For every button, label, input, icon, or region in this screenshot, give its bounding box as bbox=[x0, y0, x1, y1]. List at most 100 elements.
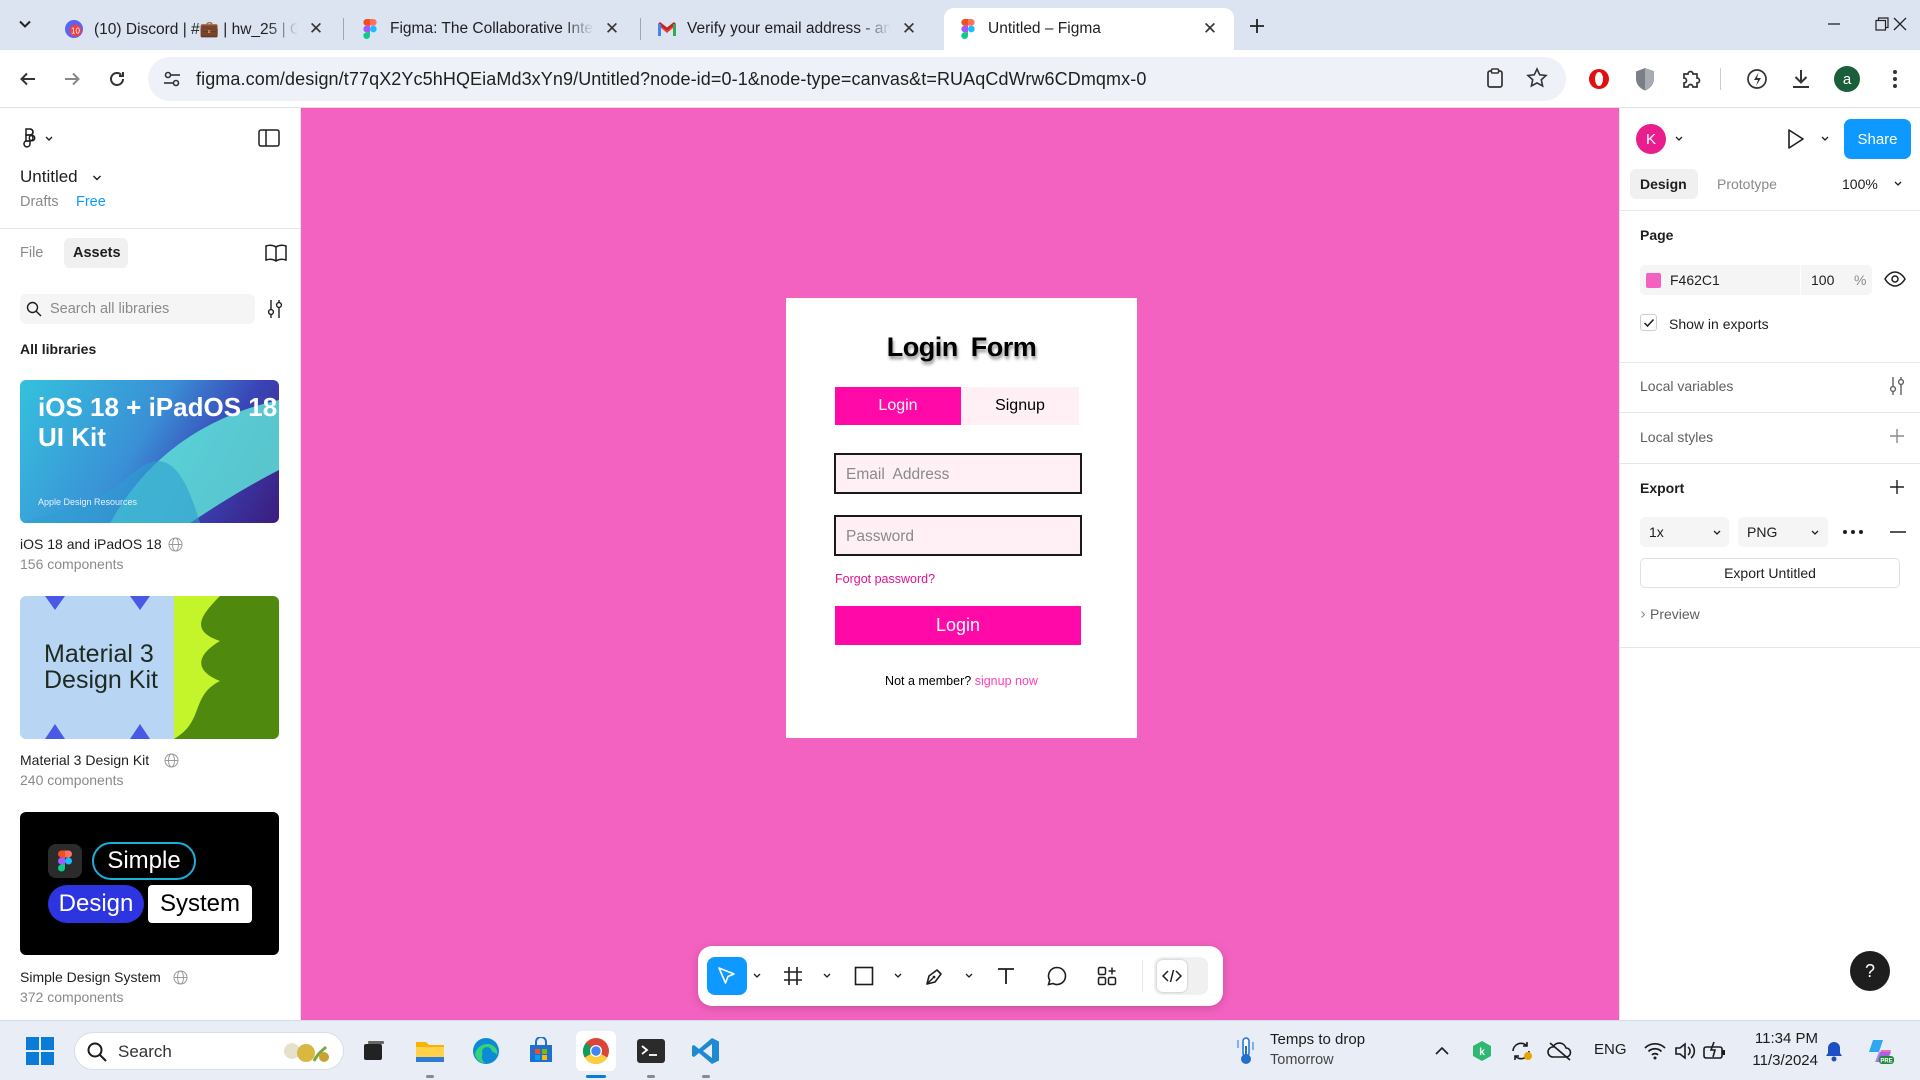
library-search-input[interactable]: Search all libraries bbox=[20, 294, 255, 324]
help-button[interactable]: ? bbox=[1850, 951, 1890, 991]
back-button[interactable] bbox=[11, 62, 45, 96]
download-icon[interactable] bbox=[1784, 62, 1818, 96]
signup-tab[interactable]: Signup bbox=[961, 387, 1079, 425]
move-tool[interactable] bbox=[707, 957, 747, 995]
clock-date[interactable]: 11/3/2024 bbox=[1738, 1052, 1818, 1069]
user-avatar[interactable]: K bbox=[1636, 124, 1666, 154]
chrome-browser-icon[interactable] bbox=[576, 1031, 616, 1071]
forgot-password-link[interactable]: Forgot password? bbox=[835, 572, 935, 586]
language-indicator[interactable]: ENG bbox=[1594, 1041, 1627, 1058]
page-opacity[interactable]: 100 bbox=[1811, 272, 1834, 288]
share-button[interactable]: Share bbox=[1844, 119, 1911, 159]
close-tab-icon[interactable]: ✕ bbox=[1200, 19, 1220, 39]
file-location[interactable]: Drafts bbox=[20, 194, 59, 210]
local-variables-label[interactable]: Local variables bbox=[1640, 378, 1733, 394]
vscode-icon[interactable] bbox=[686, 1031, 726, 1071]
library-thumbnail-material[interactable]: Material 3 Design Kit bbox=[20, 596, 279, 739]
tab-file[interactable]: File bbox=[20, 245, 43, 261]
export-scale-select[interactable]: 1x bbox=[1640, 517, 1729, 547]
new-tab-button[interactable] bbox=[1234, 5, 1280, 47]
show-in-exports-checkbox[interactable] bbox=[1640, 314, 1657, 331]
extensions-puzzle-icon[interactable] bbox=[1674, 62, 1708, 96]
browser-tab-discord[interactable]: 10 (10) Discord | #💼 | hw_25 | Goa ✕ bbox=[50, 8, 340, 50]
browser-tab-figma-home[interactable]: Figma: The Collaborative Interfa ✕ bbox=[346, 8, 636, 50]
onedrive-offline-icon[interactable] bbox=[1540, 1031, 1580, 1071]
task-view-icon[interactable] bbox=[354, 1031, 394, 1071]
tab-design[interactable]: Design bbox=[1630, 169, 1698, 199]
close-window-button[interactable] bbox=[1876, 0, 1920, 48]
export-format-select[interactable]: PNG bbox=[1738, 517, 1828, 547]
local-styles-label[interactable]: Local styles bbox=[1640, 429, 1713, 445]
clock-time[interactable]: 11:34 PM bbox=[1746, 1030, 1818, 1047]
signup-now-link[interactable]: signup now bbox=[975, 674, 1038, 688]
kaspersky-tray-icon[interactable]: k bbox=[1462, 1031, 1502, 1071]
page-color-field[interactable]: F462C1 100 % bbox=[1640, 265, 1872, 295]
clipboard-icon[interactable] bbox=[1484, 67, 1506, 89]
library-thumbnail-simple[interactable]: Simple Design System bbox=[20, 812, 279, 955]
library-name[interactable]: iOS 18 and iPadOS 18 bbox=[20, 536, 162, 552]
more-options-icon[interactable] bbox=[1842, 529, 1864, 535]
file-name[interactable]: Untitled bbox=[20, 167, 78, 187]
battery-charging-icon[interactable] bbox=[1695, 1031, 1735, 1071]
filter-sliders-icon[interactable] bbox=[266, 299, 284, 319]
remove-export-minus-icon[interactable] bbox=[1890, 531, 1906, 533]
microsoft-store-icon[interactable] bbox=[521, 1031, 561, 1071]
add-style-plus-icon[interactable] bbox=[1889, 428, 1905, 444]
color-swatch[interactable] bbox=[1646, 273, 1661, 288]
dev-mode-toggle[interactable] bbox=[1154, 957, 1208, 995]
plan-badge[interactable]: Free bbox=[76, 194, 106, 210]
notification-bell-icon[interactable] bbox=[1814, 1031, 1854, 1071]
url-bar[interactable]: figma.com/design/t77qX2Yc5hHQEiaMd3xYn9/… bbox=[148, 57, 1566, 101]
login-form-frame[interactable]: Login Form Login Signup Email Address Pa… bbox=[786, 298, 1137, 738]
toggle-sidebar-icon[interactable] bbox=[258, 129, 280, 147]
pen-tool[interactable] bbox=[916, 957, 954, 995]
file-explorer-icon[interactable] bbox=[410, 1031, 450, 1071]
shield-extension-icon[interactable] bbox=[1628, 62, 1662, 96]
close-tab-icon[interactable]: ✕ bbox=[602, 19, 622, 39]
design-canvas[interactable]: Login Form Login Signup Email Address Pa… bbox=[301, 108, 1619, 1020]
library-book-icon[interactable] bbox=[265, 244, 287, 262]
library-thumbnail-ios[interactable]: iOS 18 + iPadOS 18 UI Kit Apple Design R… bbox=[20, 380, 279, 523]
show-hidden-icons-chevron[interactable] bbox=[1422, 1031, 1462, 1071]
library-name[interactable]: Simple Design System bbox=[20, 969, 161, 985]
eye-visibility-icon[interactable] bbox=[1884, 271, 1906, 287]
export-button[interactable]: Export Untitled bbox=[1640, 558, 1900, 588]
sync-tray-icon[interactable] bbox=[1501, 1031, 1541, 1071]
forward-button[interactable] bbox=[55, 62, 89, 96]
reload-button[interactable] bbox=[100, 62, 134, 96]
terminal-icon[interactable] bbox=[631, 1031, 671, 1071]
tab-assets[interactable]: Assets bbox=[64, 238, 128, 268]
comment-tool[interactable] bbox=[1038, 957, 1076, 995]
weather-title[interactable]: Temps to drop bbox=[1270, 1031, 1365, 1048]
taskbar-search-box[interactable]: Search bbox=[74, 1032, 344, 1070]
preview-toggle[interactable]: Preview bbox=[1650, 606, 1700, 622]
browser-tab-gmail[interactable]: Verify your email address - anas ✕ bbox=[643, 8, 933, 50]
chevron-down-icon[interactable] bbox=[92, 174, 102, 182]
present-play-icon[interactable] bbox=[1786, 127, 1806, 151]
password-field[interactable]: Password bbox=[834, 515, 1082, 556]
zoom-level[interactable]: 100% bbox=[1842, 176, 1878, 192]
figma-main-menu[interactable] bbox=[22, 128, 56, 148]
login-submit-button[interactable]: Login bbox=[835, 606, 1081, 645]
close-tab-icon[interactable]: ✕ bbox=[306, 19, 326, 39]
opera-extension-icon[interactable] bbox=[1582, 62, 1616, 96]
add-export-plus-icon[interactable] bbox=[1889, 479, 1905, 495]
text-tool[interactable] bbox=[987, 957, 1025, 995]
frame-tool[interactable] bbox=[774, 957, 812, 995]
edge-browser-icon[interactable] bbox=[466, 1031, 506, 1071]
email-field[interactable]: Email Address bbox=[834, 453, 1082, 494]
bookmark-star-icon[interactable] bbox=[1526, 67, 1548, 89]
page-color-hex[interactable]: F462C1 bbox=[1670, 272, 1720, 288]
copilot-icon[interactable]: PRE bbox=[1860, 1031, 1900, 1071]
browser-menu-icon[interactable] bbox=[1878, 62, 1912, 96]
rectangle-tool[interactable] bbox=[845, 957, 883, 995]
actions-tool[interactable] bbox=[1088, 957, 1126, 995]
tab-prototype[interactable]: Prototype bbox=[1717, 176, 1777, 192]
site-settings-icon[interactable] bbox=[162, 69, 182, 89]
windows-start-icon[interactable] bbox=[20, 1031, 60, 1071]
library-name[interactable]: Material 3 Design Kit bbox=[20, 752, 149, 768]
close-tab-icon[interactable]: ✕ bbox=[899, 19, 919, 39]
performance-icon[interactable] bbox=[1740, 62, 1774, 96]
tab-search-button[interactable] bbox=[6, 5, 44, 43]
variables-sliders-icon[interactable] bbox=[1888, 376, 1906, 396]
